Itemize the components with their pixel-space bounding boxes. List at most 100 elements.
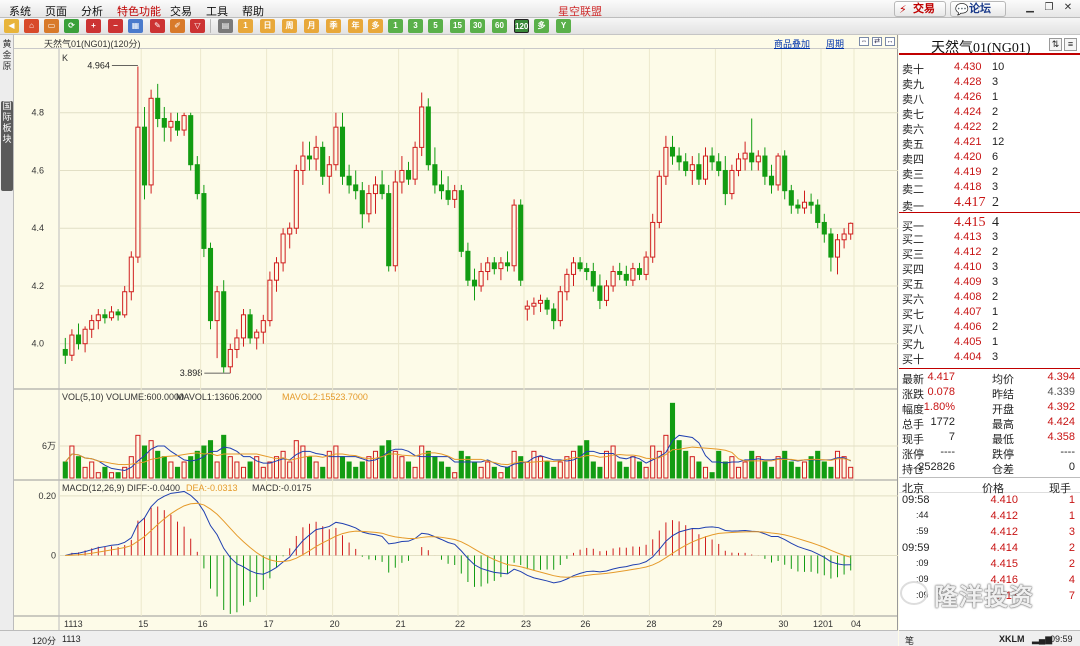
trade-button[interactable]: ⚡ 交易	[894, 1, 946, 17]
switch-icon[interactable]: ⇅	[1049, 38, 1062, 51]
vol-bar-up	[735, 466, 742, 479]
vol-bar-down	[161, 456, 167, 479]
period-y2-icon[interactable]: Y	[556, 19, 571, 33]
book-row[interactable]: 买八 4.406 2	[899, 320, 1080, 336]
menu-help[interactable]: 帮助	[242, 3, 264, 19]
period-1m-icon[interactable]: 1	[238, 19, 253, 33]
book-row[interactable]: 买十 4.404 3	[899, 350, 1080, 366]
status-tab-bi[interactable]: 笔	[905, 634, 914, 646]
window-icon[interactable]: ▭	[44, 19, 59, 33]
expand-icon[interactable]: ⇔	[859, 37, 869, 46]
period-30-icon[interactable]: 30	[470, 19, 485, 33]
period-x-icon[interactable]: 多	[368, 19, 383, 33]
period-d-icon[interactable]: 日	[260, 19, 275, 33]
zoom-in-icon[interactable]: +	[86, 19, 101, 33]
close-icon[interactable]: ✕	[1062, 2, 1074, 14]
vol-bar-up	[702, 466, 709, 479]
period-1-icon[interactable]: 1	[388, 19, 403, 33]
back-arrow-icon[interactable]: ◀	[4, 19, 19, 33]
candle-down	[141, 126, 148, 186]
home-icon[interactable]: ⌂	[24, 19, 39, 33]
pen-icon[interactable]: ✎	[150, 19, 165, 33]
menu-system[interactable]: 系统	[9, 3, 31, 19]
restore-icon[interactable]: ❐	[1043, 2, 1055, 14]
candle-down	[722, 169, 728, 195]
grid-icon[interactable]: ▤	[218, 19, 233, 33]
book-row[interactable]: 卖二 4.418 3	[899, 180, 1080, 196]
tab-gold[interactable]: 黄金原	[1, 39, 13, 89]
book-row[interactable]: 买六 4.408 2	[899, 290, 1080, 306]
candle-down	[709, 155, 715, 163]
period-y-icon[interactable]: 年	[348, 19, 363, 33]
price-pane-label: K	[62, 53, 68, 63]
fit-icon[interactable]: ↔	[885, 37, 895, 46]
candle-up	[108, 311, 115, 319]
period-w-icon[interactable]: 周	[282, 19, 297, 33]
period-60-icon[interactable]: 60	[492, 19, 507, 33]
layout-icon[interactable]: ▦	[128, 19, 143, 33]
candle-up	[122, 291, 128, 316]
book-level-label: 买十	[902, 354, 924, 366]
book-row[interactable]: 卖六 4.422 2	[899, 120, 1080, 136]
vol-bar-up	[531, 450, 537, 479]
book-price: 4.420	[954, 151, 982, 163]
tick-time: :09	[916, 558, 929, 568]
book-row[interactable]: 卖三 4.419 2	[899, 165, 1080, 181]
toggle-icon[interactable]: ≡	[1064, 38, 1077, 51]
vol-bar-up	[267, 461, 273, 479]
menu-analysis[interactable]: 分析	[81, 3, 103, 19]
book-price: 4.428	[954, 76, 982, 88]
book-row[interactable]: 买三 4.412 2	[899, 245, 1080, 261]
book-row[interactable]: 卖九 4.428 3	[899, 75, 1080, 91]
book-row[interactable]: 买七 4.407 1	[899, 305, 1080, 321]
period-s-icon[interactable]: 季	[326, 19, 341, 33]
vol-bar-up	[287, 461, 293, 479]
book-volume: 3	[992, 76, 999, 88]
forum-button[interactable]: 💬 论坛	[950, 1, 1006, 17]
book-row[interactable]: 买四 4.410 3	[899, 260, 1080, 276]
period-120-icon[interactable]: 120	[514, 19, 529, 33]
tick-vol: 1	[1068, 494, 1075, 506]
period-3-icon[interactable]: 3	[408, 19, 423, 33]
candle-down	[174, 120, 181, 131]
vol-bar-up	[69, 445, 75, 479]
vol-bar-down	[306, 456, 313, 479]
filter-icon[interactable]: ▽	[190, 19, 205, 33]
period-240-icon[interactable]: 多	[534, 19, 549, 33]
trade-button-label: 交易	[913, 3, 935, 15]
refresh-icon[interactable]: ⟳	[64, 19, 79, 33]
toolbar-separator	[210, 19, 211, 33]
forum-button-label: 论坛	[969, 3, 991, 15]
candle-down	[161, 118, 167, 128]
zoom-out-icon[interactable]: −	[108, 19, 123, 33]
menu-tools[interactable]: 工具	[206, 3, 228, 19]
candle-up	[419, 106, 425, 148]
minimize-icon[interactable]: ▁	[1024, 2, 1036, 14]
book-row[interactable]: 买二 4.413 3	[899, 230, 1080, 246]
candle-down	[795, 204, 801, 209]
book-row[interactable]: 卖七 4.424 2	[899, 105, 1080, 121]
vol-bar-up	[366, 456, 372, 479]
book-price: 4.404	[954, 351, 982, 363]
tab-international-board[interactable]: 国际板块	[1, 101, 13, 191]
book-row[interactable]: 卖八 4.426 1	[899, 90, 1080, 106]
shrink-icon[interactable]: ⇄	[872, 37, 882, 46]
book-price: 4.410	[954, 261, 982, 273]
period-m-icon[interactable]: 月	[304, 19, 319, 33]
menu-trade[interactable]: 交易	[170, 3, 192, 19]
book-row[interactable]: 买一 4.415 4	[899, 215, 1080, 233]
menu-special-features[interactable]: 特色功能	[117, 3, 161, 19]
book-row[interactable]: 买九 4.405 1	[899, 335, 1080, 351]
book-volume: 2	[992, 321, 999, 333]
book-row[interactable]: 卖四 4.420 6	[899, 150, 1080, 166]
chart-canvas[interactable]: 4.0 4.2 4.4 4.6 4.8 K 4.964 3.898 1113 15 16 17 20 21…	[14, 49, 898, 630]
book-row[interactable]: 卖一 4.417 2	[899, 195, 1080, 213]
period-15-icon[interactable]: 15	[450, 19, 465, 33]
book-row[interactable]: 卖五 4.421 12	[899, 135, 1080, 151]
menu-page[interactable]: 页面	[45, 3, 67, 19]
book-row[interactable]: 买五 4.409 3	[899, 275, 1080, 291]
book-row[interactable]: 卖十 4.430 10	[899, 60, 1080, 76]
period-status[interactable]: 120分	[32, 634, 56, 646]
period-5-icon[interactable]: 5	[428, 19, 443, 33]
brush-icon[interactable]: ✐	[170, 19, 185, 33]
